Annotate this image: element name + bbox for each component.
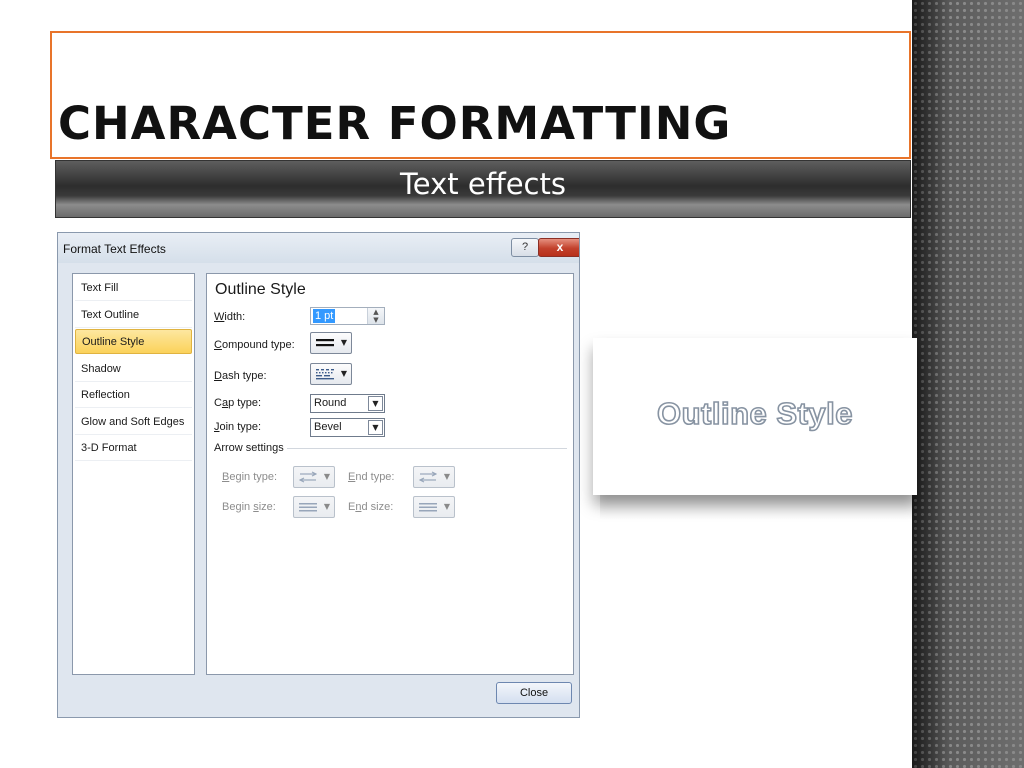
category-3d-format[interactable]: 3-D Format (75, 436, 192, 461)
chevron-down-icon[interactable]: ▼ (368, 396, 383, 411)
end-type-dropdown[interactable]: ▼ (413, 466, 455, 488)
begin-size-dropdown[interactable]: ▼ (293, 496, 335, 518)
decorative-side-panel (912, 0, 1024, 768)
chevron-down-icon: ▼ (340, 338, 347, 347)
arrow-settings-heading: Arrow settings (214, 442, 284, 454)
chevron-down-icon: ▼ (323, 502, 330, 511)
width-value[interactable]: 1 pt (313, 309, 336, 323)
category-outline-style[interactable]: Outline Style (75, 329, 192, 354)
divider (287, 448, 567, 449)
cap-type-select[interactable]: Round ▼ (310, 394, 385, 413)
compound-type-dropdown[interactable]: ▼ (310, 332, 352, 354)
end-type-label: End type: (348, 471, 395, 483)
close-button[interactable]: Close (496, 682, 572, 704)
dialog-titlebar[interactable]: Format Text Effects ? x (58, 233, 579, 263)
width-label: Width: (214, 311, 246, 323)
dash-type-dropdown[interactable]: ▼ (310, 363, 352, 385)
preview-text: Outline Style (656, 395, 853, 432)
chevron-down-icon: ▼ (443, 502, 450, 511)
chevron-down-icon: ▼ (340, 369, 347, 378)
chevron-down-icon[interactable]: ▼ (368, 420, 383, 435)
slide-title: CHARACTER FORMATTING (58, 97, 732, 150)
end-size-dropdown[interactable]: ▼ (413, 496, 455, 518)
line-size-icon (299, 503, 317, 512)
end-size-label: End size: (348, 501, 394, 513)
section-heading: Outline Style (215, 281, 306, 298)
help-button[interactable]: ? (511, 238, 539, 257)
close-window-button[interactable]: x (538, 238, 579, 257)
begin-type-dropdown[interactable]: ▼ (293, 466, 335, 488)
category-text-outline[interactable]: Text Outline (75, 303, 192, 328)
arrow-type-icon (299, 471, 317, 483)
join-type-select[interactable]: Bevel ▼ (310, 418, 385, 437)
width-spinner[interactable]: 1 pt ▲ ▼ (310, 307, 385, 325)
chevron-down-icon: ▼ (443, 472, 450, 481)
dash-lines-icon (316, 369, 334, 380)
dash-type-label: Dash type: (214, 370, 267, 382)
dialog-title: Format Text Effects (63, 242, 166, 256)
category-reflection[interactable]: Reflection (75, 383, 192, 408)
category-shadow[interactable]: Shadow (75, 357, 192, 382)
line-size-icon (419, 503, 437, 512)
arrow-type-icon (419, 471, 437, 483)
join-type-value: Bevel (314, 421, 342, 433)
compound-lines-icon (316, 339, 334, 347)
title-placeholder: CHARACTER FORMATTING (50, 31, 911, 159)
spinner-arrows-icon[interactable]: ▲ ▼ (367, 308, 384, 324)
subtitle-banner: Text effects (55, 160, 911, 218)
begin-size-label: Begin size: (222, 501, 276, 513)
category-list: Text Fill Text Outline Outline Style Sha… (72, 273, 195, 675)
outline-style-panel: Outline Style Width: 1 pt ▲ ▼ Compound ty… (206, 273, 574, 675)
outline-style-preview: Outline Style (593, 338, 917, 495)
chevron-down-icon: ▼ (323, 472, 330, 481)
cap-type-value: Round (314, 397, 347, 409)
begin-type-label: Begin type: (222, 471, 278, 483)
category-glow-soft-edges[interactable]: Glow and Soft Edges (75, 410, 192, 435)
slide-subtitle: Text effects (400, 167, 566, 201)
category-text-fill[interactable]: Text Fill (75, 276, 192, 301)
join-type-label: Join type: (214, 421, 262, 433)
cap-type-label: Cap type: (214, 397, 262, 409)
compound-type-label: Compound type: (214, 339, 295, 351)
format-text-effects-dialog: Format Text Effects ? x Text Fill Text O… (57, 232, 580, 718)
